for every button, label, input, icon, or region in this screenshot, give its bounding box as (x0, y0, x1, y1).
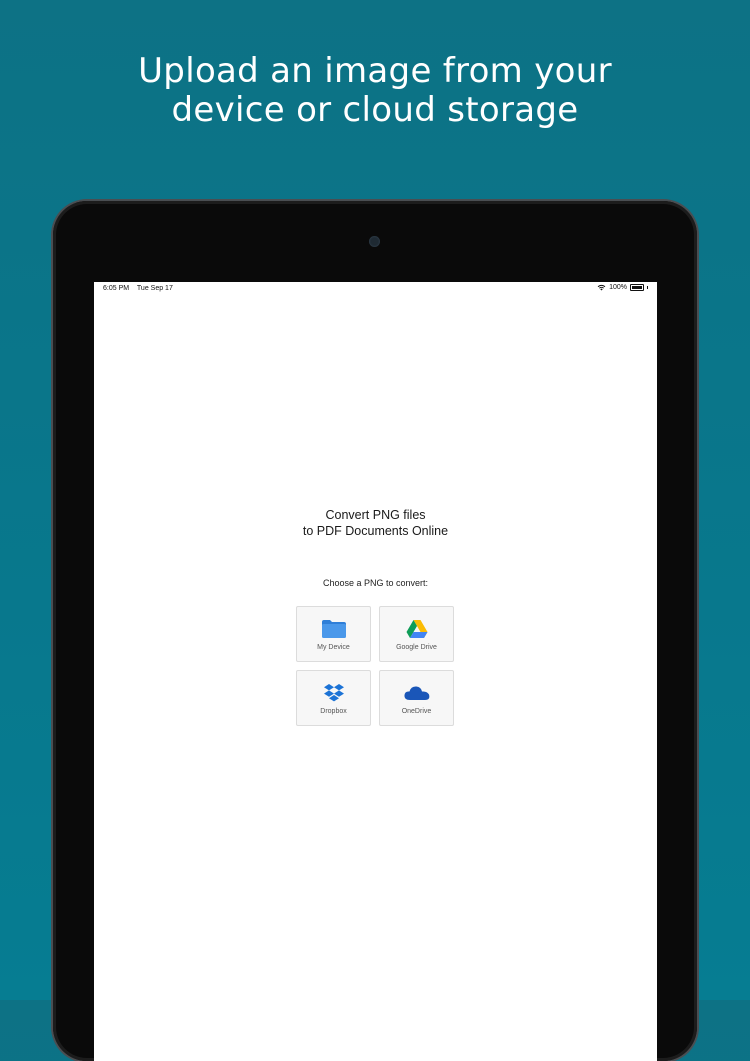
status-bar: 6:05 PM Tue Sep 17 100% (94, 282, 657, 296)
status-time: 6:05 PM (103, 285, 130, 292)
front-camera (369, 236, 380, 247)
onedrive-button[interactable]: OneDrive (379, 670, 454, 726)
onedrive-icon (403, 685, 429, 700)
dropbox-button[interactable]: Dropbox (296, 670, 371, 726)
headline-line-1: Upload an image from your (138, 51, 612, 91)
google-drive-icon (406, 619, 427, 638)
choose-file-prompt: Choose a PNG to convert: (322, 578, 429, 588)
headline-line-2: device or cloud storage (171, 90, 579, 130)
dropbox-label: Dropbox (320, 707, 347, 715)
app-screen: 6:05 PM Tue Sep 17 100% Convert PNG file… (94, 282, 657, 1061)
battery-percentage: 100% (609, 284, 627, 291)
onedrive-label: OneDrive (401, 707, 432, 715)
my-device-button[interactable]: My Device (296, 606, 371, 662)
title-line-2: to PDF Documents Online (302, 524, 449, 538)
battery-icon (630, 284, 644, 291)
tablet-frame: 6:05 PM Tue Sep 17 100% Convert PNG file… (53, 201, 697, 1061)
status-date: Tue Sep 17 (136, 285, 173, 292)
page-title: Convert PNG files to PDF Documents Onlin… (94, 507, 657, 539)
folder-icon (321, 619, 346, 638)
wifi-icon (597, 284, 606, 291)
title-line-1: Convert PNG files (325, 508, 426, 522)
my-device-label: My Device (317, 643, 350, 651)
google-drive-label: Google Drive (396, 643, 437, 651)
promo-headline: Upload an image from your device or clou… (0, 52, 750, 130)
source-picker: My Device Google Drive Dropbox OneDrive (296, 606, 456, 726)
google-drive-button[interactable]: Google Drive (379, 606, 454, 662)
dropbox-icon (323, 683, 344, 701)
